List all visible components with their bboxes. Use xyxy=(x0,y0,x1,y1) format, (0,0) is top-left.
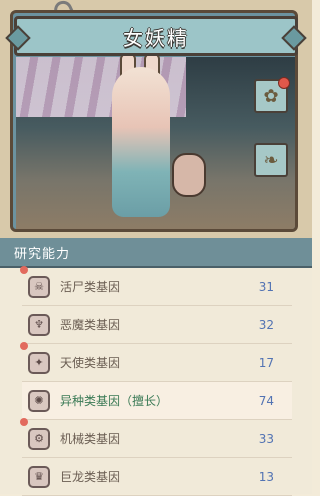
research-panel-header: 研究能力 xyxy=(0,238,312,268)
character-card-frame: ✿ ❧ 女妖精 xyxy=(0,0,312,238)
research-label: 天使类基因 xyxy=(60,356,121,370)
research-value: 74 xyxy=(258,393,274,408)
research-list: ☠ 活尸类基因 31 ♆ 恶魔类基因 32 ✦ 天使类基因 17 ✺ 异种类基因… xyxy=(20,266,292,496)
research-value: 32 xyxy=(258,317,274,332)
research-value: 13 xyxy=(258,469,274,484)
research-label: 异种类基因（擅长） xyxy=(60,394,169,408)
fairy-figure xyxy=(112,67,170,217)
research-panel: 研究能力 ☠ 活尸类基因 31 ♆ 恶魔类基因 32 ✦ 天使类基因 17 ✺ … xyxy=(0,238,312,496)
research-row-mechanical[interactable]: ⚙ 机械类基因 33 xyxy=(20,418,292,458)
research-row-demon[interactable]: ♆ 恶魔类基因 32 xyxy=(22,306,292,344)
research-row-angel[interactable]: ✦ 天使类基因 17 xyxy=(20,342,292,382)
equipment-slot-bird[interactable]: ❧ xyxy=(254,143,288,177)
card-title: 女妖精 xyxy=(123,25,189,50)
notification-dot xyxy=(20,342,28,350)
zombie-gene-icon: ☠ xyxy=(20,266,50,298)
research-panel-title: 研究能力 xyxy=(14,246,71,262)
notification-dot xyxy=(278,77,290,89)
research-label: 巨龙类基因 xyxy=(60,470,121,484)
equipment-slot-flower[interactable]: ✿ xyxy=(254,77,290,113)
research-value: 33 xyxy=(258,431,274,446)
companion-figure xyxy=(172,153,206,197)
research-label: 机械类基因 xyxy=(60,432,121,446)
mechanical-gene-icon: ⚙ xyxy=(20,418,50,450)
research-label: 活尸类基因 xyxy=(60,280,121,294)
research-row-zombie[interactable]: ☠ 活尸类基因 31 xyxy=(20,266,292,306)
research-row-dragon[interactable]: ♛ 巨龙类基因 13 xyxy=(22,458,292,496)
flower-icon: ✿ xyxy=(263,85,279,107)
research-row-alien[interactable]: ✺ 异种类基因（擅长） 74 xyxy=(22,382,292,420)
bird-icon: ❧ xyxy=(263,149,279,171)
notification-dot xyxy=(20,266,28,274)
character-scene: ✿ ❧ xyxy=(16,53,295,229)
notification-dot xyxy=(20,418,28,426)
research-value: 31 xyxy=(258,279,274,294)
research-label: 恶魔类基因 xyxy=(60,318,121,332)
alien-gene-icon: ✺ xyxy=(28,389,50,412)
dragon-gene-icon: ♛ xyxy=(28,465,50,488)
demon-gene-icon: ♆ xyxy=(28,313,50,336)
angel-gene-icon: ✦ xyxy=(20,342,50,374)
research-value: 17 xyxy=(258,355,274,370)
card-title-banner: 女妖精 xyxy=(14,16,298,56)
